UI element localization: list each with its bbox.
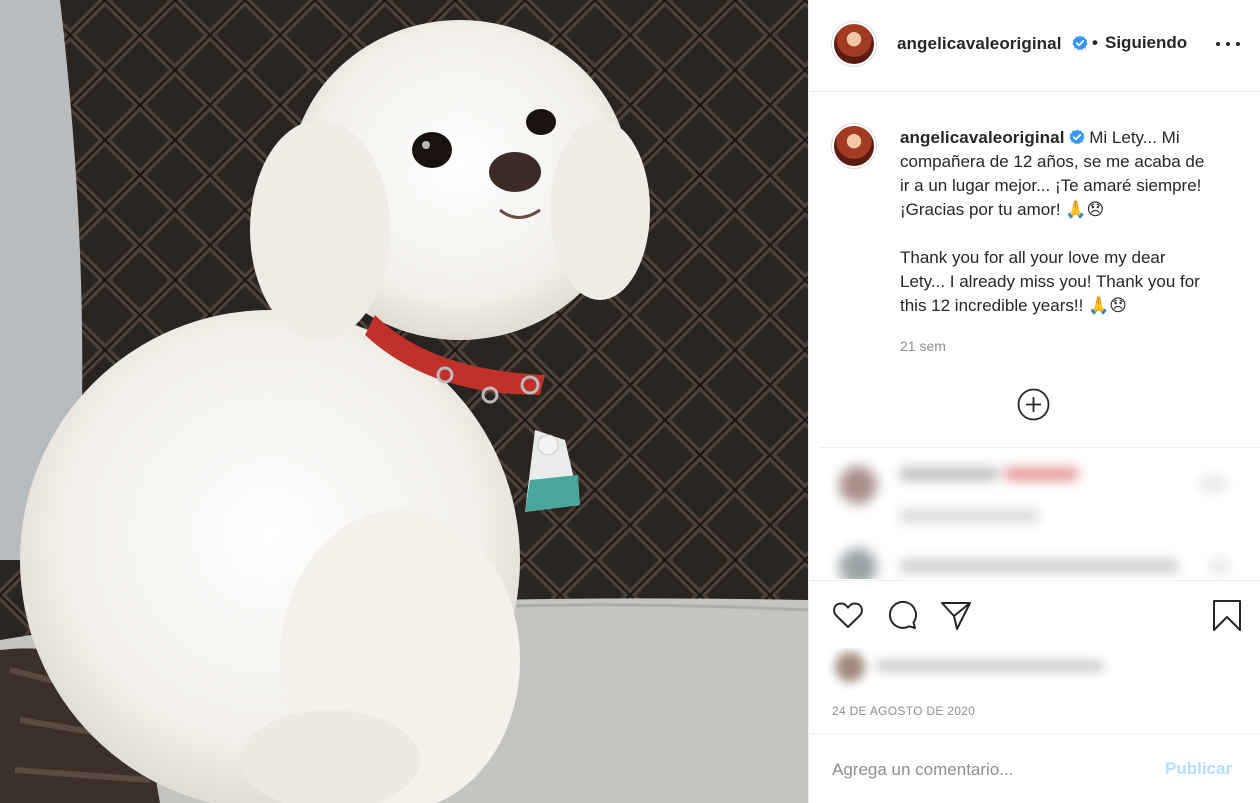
- paper-plane-icon[interactable]: [939, 598, 973, 632]
- post-sidebar: angelicavaleoriginal • Siguiendo angelic…: [808, 0, 1260, 803]
- header-separator: •: [1092, 33, 1098, 52]
- caption-text: angelicavaleoriginal Mi Lety... Mi compa…: [900, 126, 1210, 318]
- more-options-icon[interactable]: [1215, 34, 1241, 54]
- comment-form: Publicar: [809, 733, 1260, 803]
- caption-section: angelicavaleoriginal Mi Lety... Mi compa…: [809, 92, 1260, 447]
- comment-icon[interactable]: [885, 598, 919, 632]
- heart-icon[interactable]: [831, 598, 865, 632]
- comment-input[interactable]: [832, 756, 1152, 784]
- post-actions: [809, 580, 1260, 648]
- caption-body-2: Thank you for all your love my dear Lety…: [900, 248, 1200, 315]
- dog-photo: [0, 0, 808, 803]
- plus-circle-icon[interactable]: [1017, 388, 1050, 421]
- post-date[interactable]: 24 DE AGOSTO DE 2020: [832, 704, 975, 718]
- likes-summary-hidden: [819, 648, 1119, 690]
- caption-username[interactable]: angelicavaleoriginal: [900, 128, 1065, 147]
- author-username[interactable]: angelicavaleoriginal: [897, 34, 1062, 54]
- publish-button[interactable]: Publicar: [1165, 759, 1232, 779]
- author-avatar[interactable]: [832, 22, 876, 66]
- bookmark-icon[interactable]: [1210, 598, 1244, 632]
- caption-paragraph-1: angelicavaleoriginal Mi Lety... Mi compa…: [900, 126, 1210, 222]
- verified-badge-icon: [1068, 129, 1085, 145]
- post-image[interactable]: [0, 0, 808, 803]
- follow-status-button[interactable]: Siguiendo: [1105, 33, 1187, 53]
- caption-timestamp[interactable]: 21 sem: [900, 338, 946, 354]
- caption-avatar[interactable]: [832, 124, 876, 168]
- post-header: angelicavaleoriginal • Siguiendo: [809, 0, 1260, 92]
- hidden-comments: [819, 447, 1260, 579]
- verified-badge-icon: [1072, 35, 1088, 51]
